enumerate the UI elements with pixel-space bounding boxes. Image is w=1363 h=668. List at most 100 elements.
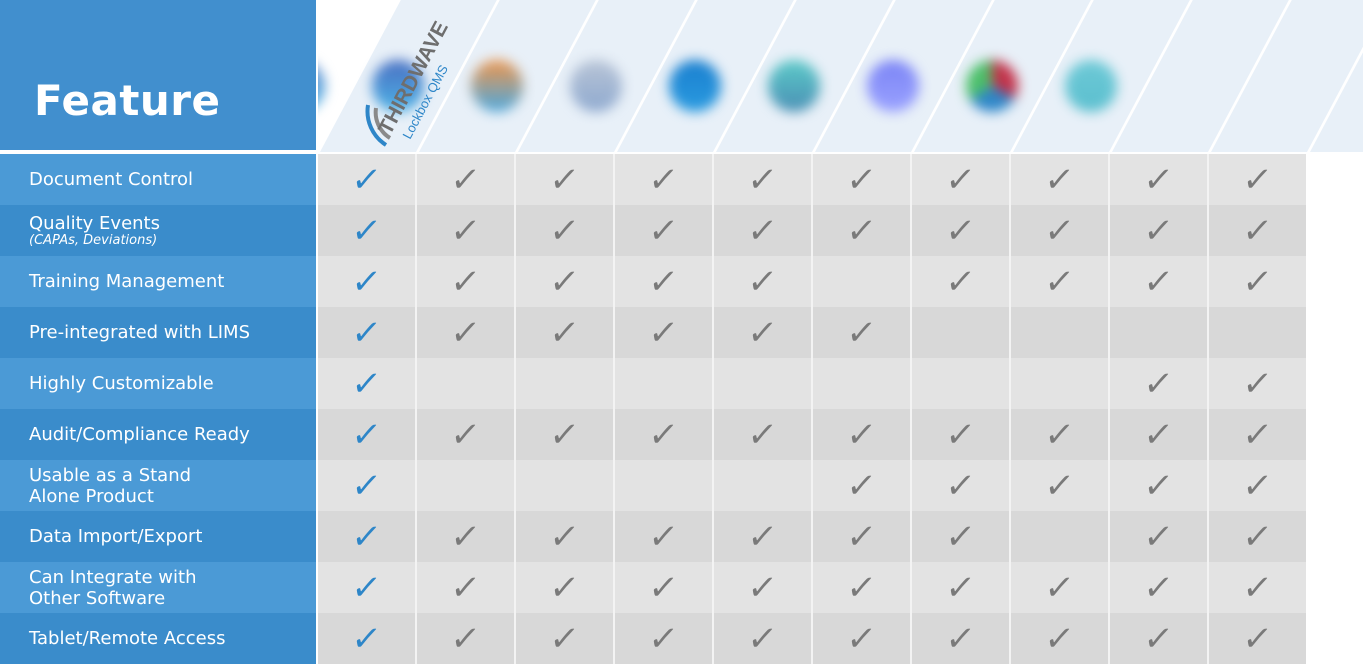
- blurred-multicolor-logo-icon: [966, 60, 1018, 112]
- checkmark-icon: ✓: [943, 414, 978, 455]
- checkmark-icon: ✓: [349, 516, 384, 557]
- table-cell: [1009, 358, 1108, 409]
- table-cell: ✓: [613, 205, 712, 256]
- checkmark-icon: ✓: [1240, 210, 1275, 251]
- table-row: Data Import/Export ✓ ✓ ✓ ✓ ✓ ✓ ✓ ✓ ✓: [0, 511, 1308, 562]
- table-cell: [811, 256, 910, 307]
- table-cell: [1108, 307, 1207, 358]
- checkmark-icon: ✓: [1240, 363, 1275, 404]
- table-cell: ✓: [712, 511, 811, 562]
- checkmark-icon: ✓: [349, 159, 384, 200]
- checkmark-icon: ✓: [1240, 414, 1275, 455]
- table-row: Tablet/Remote Access ✓ ✓ ✓ ✓ ✓ ✓ ✓ ✓ ✓ ✓: [0, 613, 1308, 664]
- table-cell: ✓: [1207, 256, 1306, 307]
- table-cell: ✓: [613, 154, 712, 205]
- table-cell: ✓: [514, 256, 613, 307]
- checkmark-icon: ✓: [349, 261, 384, 302]
- table-cell: ✓: [1207, 511, 1306, 562]
- table-cell: ✓: [1108, 511, 1207, 562]
- table-cell: [811, 358, 910, 409]
- table-cell: ✓: [910, 154, 1009, 205]
- blurred-triangle-logo-icon: [318, 60, 325, 112]
- blurred-teal-wordmark-icon: [1065, 60, 1117, 112]
- checkmark-icon: ✓: [547, 210, 582, 251]
- table-row: Pre-integrated with LIMS ✓ ✓ ✓ ✓ ✓ ✓: [0, 307, 1308, 358]
- checkmark-icon: ✓: [1240, 159, 1275, 200]
- checkmark-icon: ✓: [448, 261, 483, 302]
- checkmark-icon: ✓: [1141, 465, 1176, 506]
- table-cell: ✓: [514, 205, 613, 256]
- table-cell: ✓: [910, 562, 1009, 613]
- table-cell: ✓: [1108, 358, 1207, 409]
- feature-label-text: Data Import/Export: [29, 526, 203, 547]
- table-cell: [910, 358, 1009, 409]
- table-cell: ✓: [514, 613, 613, 664]
- table-cell: ✓: [910, 409, 1009, 460]
- table-cell: ✓: [1009, 256, 1108, 307]
- table-cell: [415, 358, 514, 409]
- blurred-square-logo-icon: [471, 60, 523, 112]
- table-cell: ✓: [415, 205, 514, 256]
- table-row: Audit/Compliance Ready ✓ ✓ ✓ ✓ ✓ ✓ ✓ ✓ ✓ ✓: [0, 409, 1308, 460]
- feature-sublabel: (CAPAs, Deviations): [29, 233, 158, 248]
- table-cell: ✓: [910, 613, 1009, 664]
- checkmark-icon: ✓: [1042, 159, 1077, 200]
- table-cell: ✓: [318, 511, 415, 562]
- table-row: Quality Events (CAPAs, Deviations) ✓ ✓ ✓ ✓ ✓ ✓ ✓…: [0, 205, 1308, 256]
- feature-label: Training Management: [0, 256, 316, 307]
- table-cell: [613, 358, 712, 409]
- checkmark-icon: ✓: [1141, 618, 1176, 659]
- checkmark-icon: ✓: [547, 414, 582, 455]
- table-cell: ✓: [811, 613, 910, 664]
- feature-label: Highly Customizable: [0, 358, 316, 409]
- table-cell: ✓: [415, 154, 514, 205]
- feature-label-text: Quality Events: [29, 213, 160, 234]
- table-cell: ✓: [1207, 409, 1306, 460]
- table-cell: ✓: [712, 409, 811, 460]
- checkmark-icon: ✓: [943, 465, 978, 506]
- table-cell: [712, 460, 811, 511]
- table-cell: ✓: [811, 562, 910, 613]
- checkmark-icon: ✓: [1141, 567, 1176, 608]
- table-cell: ✓: [318, 256, 415, 307]
- feature-label-text: Tablet/Remote Access: [29, 628, 226, 649]
- checkmark-icon: ✓: [547, 618, 582, 659]
- table-cell: ✓: [910, 511, 1009, 562]
- checkmark-icon: ✓: [448, 210, 483, 251]
- checkmark-icon: ✓: [943, 567, 978, 608]
- checkmark-icon: ✓: [1141, 159, 1176, 200]
- table-cell: ✓: [1207, 613, 1306, 664]
- checkmark-icon: ✓: [844, 159, 879, 200]
- table-cell: [415, 460, 514, 511]
- table-cell: ✓: [1009, 562, 1108, 613]
- feature-label: Quality Events (CAPAs, Deviations): [0, 205, 316, 256]
- table-cell: ✓: [811, 205, 910, 256]
- table-cell: ✓: [811, 460, 910, 511]
- checkmark-icon: ✓: [646, 567, 681, 608]
- checkmark-icon: ✓: [547, 312, 582, 353]
- checkmark-icon: ✓: [745, 516, 780, 557]
- table-cell: ✓: [415, 307, 514, 358]
- table-cell: ✓: [1108, 613, 1207, 664]
- table-cell: ✓: [712, 205, 811, 256]
- table-cell: [613, 460, 712, 511]
- checkmark-icon: ✓: [646, 618, 681, 659]
- checkmark-icon: ✓: [844, 312, 879, 353]
- table-cell: ✓: [318, 205, 415, 256]
- table-cell: ✓: [318, 358, 415, 409]
- table-cell: [514, 358, 613, 409]
- feature-column-header: Feature: [0, 0, 316, 150]
- table-cell: ✓: [318, 613, 415, 664]
- table-cell: ✓: [318, 562, 415, 613]
- feature-label-text: Training Management: [29, 271, 225, 292]
- checkmark-icon: ✓: [745, 414, 780, 455]
- table-cell: ✓: [1207, 358, 1306, 409]
- checkmark-icon: ✓: [349, 618, 384, 659]
- table-cell: [910, 307, 1009, 358]
- table-cell: ✓: [415, 613, 514, 664]
- vendor-header-strip: [318, 0, 1363, 152]
- checkmark-icon: ✓: [943, 210, 978, 251]
- table-cell: ✓: [1108, 562, 1207, 613]
- checkmark-icon: ✓: [943, 618, 978, 659]
- blurred-teal-ring-logo-icon: [768, 60, 820, 112]
